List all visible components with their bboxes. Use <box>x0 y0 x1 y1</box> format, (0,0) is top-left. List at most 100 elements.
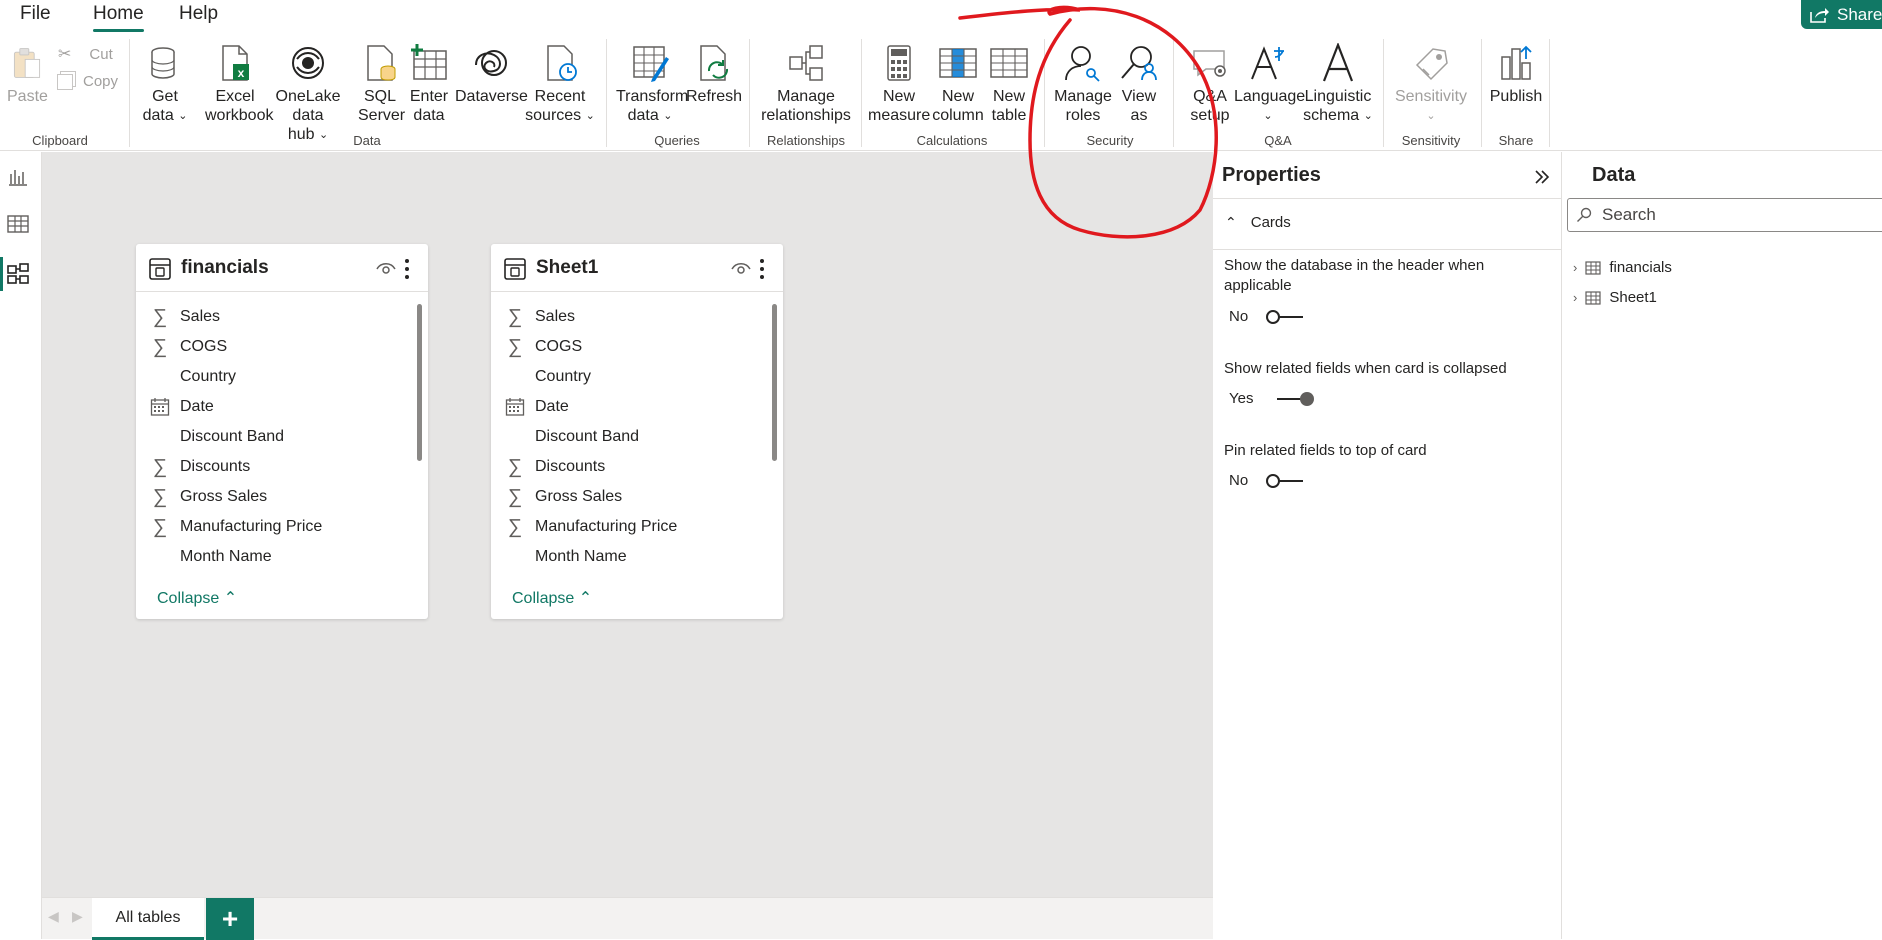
share-button[interactable]: Share <box>1801 0 1882 29</box>
field-row[interactable]: Date <box>491 392 761 422</box>
collapse-link[interactable]: Collapse ⌃ <box>157 588 237 608</box>
card-scrollbar[interactable] <box>417 304 422 461</box>
field-row[interactable]: ∑ Manufacturing Price <box>136 512 406 542</box>
manage-relationships-button[interactable]: Manage relationships <box>758 43 854 125</box>
enter-data-button[interactable]: Enter data <box>407 43 451 125</box>
sql-label-1: SQL <box>363 88 396 105</box>
chevron-up-icon: ⌃ <box>1225 214 1237 230</box>
field-label: COGS <box>535 338 583 355</box>
active-view-indicator <box>0 257 3 291</box>
tab-all-tables[interactable]: All tables <box>92 898 204 940</box>
menu-home[interactable]: Home <box>93 3 144 32</box>
field-label: Manufacturing Price <box>535 518 678 535</box>
card-header[interactable]: Sheet1 <box>491 244 783 292</box>
sensitivity-label: Sensitivity <box>1394 88 1468 105</box>
chevron-down-icon: ⌄ <box>585 110 595 122</box>
field-label: Discounts <box>535 458 606 475</box>
tree-item-label: Sheet1 <box>1609 289 1657 306</box>
field-row[interactable]: Month Name <box>136 542 406 572</box>
section-cards-header[interactable]: ⌃ Cards <box>1225 214 1291 231</box>
refresh-button[interactable]: Refresh <box>686 43 742 106</box>
field-row[interactable]: ∑ Manufacturing Price <box>491 512 761 542</box>
qa-setup-button[interactable]: Q&A setup <box>1184 43 1236 125</box>
group-queries: Queries <box>654 133 700 148</box>
field-label: Manufacturing Price <box>180 518 323 535</box>
field-row[interactable]: ∑ Discounts <box>491 452 761 482</box>
eye-icon[interactable] <box>731 262 751 276</box>
menu-file[interactable]: File <box>20 3 51 25</box>
field-row[interactable]: Month Name <box>491 542 761 572</box>
model-canvas[interactable]: financials ∑ Sales ∑ COGS Country Date Discoun… <box>42 152 1213 897</box>
menu-help[interactable]: Help <box>179 3 218 25</box>
field-row[interactable]: ∑ COGS <box>491 332 761 362</box>
group-calculations: Calculations <box>916 133 988 148</box>
cut-button[interactable]: ✂ Cut <box>58 44 113 64</box>
toggle-pin-related[interactable] <box>1265 473 1305 489</box>
manage-roles-label-1: Manage <box>1054 88 1112 105</box>
toggle-show-related[interactable] <box>1275 391 1315 407</box>
chevron-down-icon: ⌄ <box>1426 110 1436 122</box>
collapse-link[interactable]: Collapse ⌃ <box>512 588 592 608</box>
copy-button[interactable]: Copy <box>57 73 118 90</box>
sensitivity-button[interactable]: Sensitivity ⌄ <box>1392 43 1470 126</box>
publish-button[interactable]: Publish <box>1487 43 1545 106</box>
field-row[interactable]: ∑ Sales <box>136 302 406 332</box>
scroll-left-icon[interactable]: ◀ <box>48 908 59 925</box>
field-row[interactable]: Country <box>136 362 406 392</box>
paste-button[interactable]: Paste <box>7 43 48 106</box>
linguistic-label-2: schema <box>1303 107 1360 124</box>
language-button[interactable]: Language ⌄ <box>1234 43 1306 126</box>
group-share: Share <box>1498 133 1534 148</box>
tree-item-sheet1[interactable]: › Sheet1 <box>1573 289 1657 306</box>
field-row[interactable]: Discount Band <box>136 422 406 452</box>
field-row[interactable]: Discount Band <box>491 422 761 452</box>
manage-roles-button[interactable]: Manage roles <box>1052 43 1114 125</box>
toggle-show-database[interactable] <box>1265 309 1305 325</box>
field-label: COGS <box>180 338 228 355</box>
model-view-icon[interactable] <box>6 262 30 286</box>
chevron-down-icon: ⌄ <box>1263 110 1273 122</box>
report-view-icon[interactable] <box>6 164 30 188</box>
collapse-pane-icon[interactable] <box>1533 168 1551 186</box>
card-header[interactable]: financials <box>136 244 428 292</box>
eye-icon[interactable] <box>376 262 396 276</box>
search-input[interactable]: Search <box>1567 198 1882 232</box>
add-layout-button[interactable]: + <box>206 898 254 940</box>
language-label: Language <box>1234 88 1306 105</box>
table-card-sheet1[interactable]: Sheet1 ∑ Sales ∑ COGS Country Date Discount Ba… <box>491 244 783 619</box>
new-column-button[interactable]: New column <box>930 43 986 125</box>
linguistic-schema-button[interactable]: Linguistic schema ⌄ <box>1302 43 1374 126</box>
share-label: Share <box>1837 4 1882 24</box>
tree-item-financials[interactable]: › financials <box>1573 259 1672 276</box>
field-row[interactable]: Country <box>491 362 761 392</box>
new-measure-button[interactable]: New measure <box>868 43 930 125</box>
field-row[interactable]: ∑ Gross Sales <box>491 482 761 512</box>
field-label: Sales <box>180 308 221 325</box>
scroll-right-icon[interactable]: ▶ <box>72 908 83 925</box>
transform-data-button[interactable]: Transform data ⌄ <box>616 43 688 126</box>
sql-server-button[interactable]: SQL Server <box>358 43 406 125</box>
onelake-hub-button[interactable]: OneLake data hub ⌄ <box>260 43 356 145</box>
get-data-button[interactable]: Get data ⌄ <box>140 43 190 126</box>
table-card-financials[interactable]: financials ∑ Sales ∑ COGS Country Date Discoun… <box>136 244 428 619</box>
excel-workbook-button[interactable]: x Excel workbook <box>205 43 273 125</box>
new-table-button[interactable]: New table <box>986 43 1032 125</box>
dataverse-button[interactable]: Dataverse <box>455 43 528 106</box>
card-scrollbar[interactable] <box>772 304 777 461</box>
table-view-icon[interactable] <box>6 212 30 236</box>
field-row[interactable]: ∑ COGS <box>136 332 406 362</box>
chevron-right-icon: › <box>1573 260 1578 275</box>
sigma-icon: ∑ <box>507 336 523 358</box>
sql-label-2: Server <box>358 107 406 124</box>
field-row[interactable]: ∑ Sales <box>491 302 761 332</box>
view-as-button[interactable]: View as <box>1116 43 1162 125</box>
more-options-icon[interactable] <box>404 258 410 280</box>
group-qa: Q&A <box>1264 133 1292 148</box>
properties-pane: Properties ⌃ Cards Show the database in … <box>1213 152 1562 939</box>
more-options-icon[interactable] <box>759 258 765 280</box>
field-row[interactable]: ∑ Discounts <box>136 452 406 482</box>
field-row[interactable]: Date <box>136 392 406 422</box>
recent-sources-button[interactable]: Recent sources ⌄ <box>525 43 595 126</box>
field-no-icon <box>505 367 525 387</box>
field-row[interactable]: ∑ Gross Sales <box>136 482 406 512</box>
